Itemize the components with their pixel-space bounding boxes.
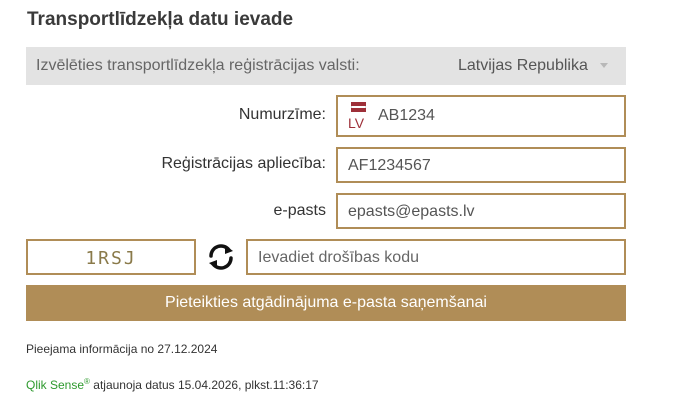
plate-input[interactable]: LV AB1234 <box>336 95 626 137</box>
subscribe-button[interactable]: Pieteikties atgādinājuma e-pasta saņemša… <box>26 285 626 321</box>
email-value[interactable]: epasts@epasts.lv <box>348 203 475 221</box>
country-select-value[interactable]: Latvijas Republika <box>458 57 588 75</box>
registration-value[interactable]: AF1234567 <box>348 157 431 175</box>
registration-label: Reģistrācijas apliecība: <box>161 155 326 172</box>
refresh-icon[interactable] <box>205 241 237 273</box>
plate-country-code: LV <box>348 115 365 131</box>
page-title: Transportlīdzekļa datu ievade <box>27 9 294 30</box>
brand-name: Qlik Sense <box>26 378 85 392</box>
security-code-input[interactable]: Ievadiet drošības kodu <box>246 239 626 275</box>
latvia-flag-icon <box>351 102 366 113</box>
update-text: atjaunoja datus 15.04.2026, plkst.11:36:… <box>89 378 319 392</box>
qlik-sense-link[interactable]: Qlik Sense® <box>26 377 90 392</box>
country-select-label: Izvēlēties transportlīdzekļa reģistrācij… <box>36 57 360 74</box>
email-label: e-pasts <box>273 202 326 219</box>
update-info: Qlik Sense® atjaunoja datus 15.04.2026, … <box>26 377 319 392</box>
security-code-placeholder[interactable]: Ievadiet drošības kodu <box>258 249 419 267</box>
registration-input[interactable]: AF1234567 <box>336 147 626 183</box>
plate-label: Numurzīme: <box>238 106 326 123</box>
email-field[interactable]: epasts@epasts.lv <box>336 193 626 229</box>
captcha-text: 1RSJ <box>85 248 137 269</box>
availability-info: Pieejama informācija no 27.12.2024 <box>26 342 218 356</box>
country-select-bar[interactable]: Izvēlēties transportlīdzekļa reģistrācij… <box>26 47 626 85</box>
chevron-down-icon[interactable] <box>600 63 608 68</box>
captcha-image: 1RSJ <box>26 239 196 275</box>
plate-value[interactable]: AB1234 <box>378 107 435 125</box>
